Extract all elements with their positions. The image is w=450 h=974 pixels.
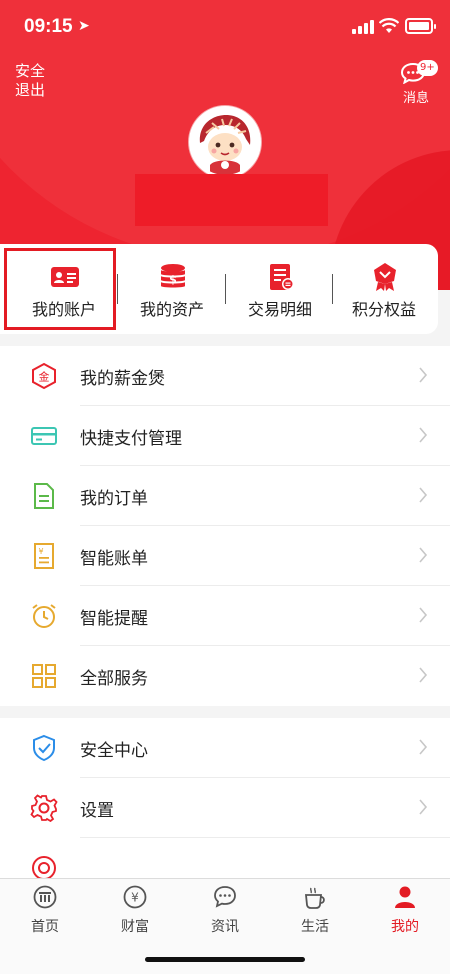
location-arrow-icon: ➤: [78, 18, 90, 34]
menu-item-label: 设置: [80, 801, 114, 821]
menu-item-smart-reminder[interactable]: 智能提醒: [0, 586, 450, 646]
status-time: 09:15: [24, 16, 73, 37]
logout-button[interactable]: 安全退出: [12, 62, 48, 100]
menu-item-label: 快捷支付管理: [80, 429, 182, 449]
wifi-icon: [379, 18, 399, 33]
yen-coin-icon: ¥: [123, 885, 147, 909]
menu-item-label: 智能账单: [80, 549, 148, 569]
menu-item-partial[interactable]: [0, 838, 450, 880]
messages-label: 消息: [402, 91, 429, 106]
menu-item-orders[interactable]: 我的订单: [0, 466, 450, 526]
chevron-right-icon: [419, 667, 428, 683]
chevron-right-icon: [419, 367, 428, 383]
tab-label: 财富: [121, 919, 149, 935]
transaction-list-icon: [270, 264, 294, 290]
bank-logo-icon: [33, 885, 57, 909]
quick-action-points[interactable]: 积分权益: [330, 244, 438, 334]
menu-group-services: 金 我的薪金煲 快捷支付管理 我的订单 ¥ 智能账单 智能提醒 全部服务: [0, 346, 450, 706]
quick-action-label: 我的资产: [139, 300, 204, 319]
signal-icon: [352, 20, 374, 34]
chat-bubble-icon: [214, 886, 236, 908]
tab-label: 首页: [31, 919, 59, 935]
menu-item-settings[interactable]: 设置: [0, 778, 450, 838]
avatar[interactable]: [189, 106, 261, 178]
shield-check-icon: [33, 734, 55, 762]
tab-label: 我的: [391, 919, 419, 935]
message-count-badge: 9+: [417, 60, 438, 76]
alarm-clock-icon: [32, 604, 56, 628]
tab-life[interactable]: 生活: [270, 885, 360, 941]
tab-wealth[interactable]: ¥ 财富: [90, 885, 180, 941]
bank-card-icon: [31, 427, 57, 445]
chevron-right-icon: [419, 607, 428, 623]
menu-item-label: 我的订单: [80, 489, 148, 509]
svg-text:¥: ¥: [38, 547, 43, 556]
home-indicator: [145, 957, 305, 962]
chevron-right-icon: [419, 739, 428, 755]
menu-group-settings: 安全中心 设置: [0, 718, 450, 880]
menu-item-label: 全部服务: [80, 669, 148, 689]
menu-item-security-center[interactable]: 安全中心: [0, 718, 450, 778]
menu-item-all-services[interactable]: 全部服务: [0, 646, 450, 706]
tab-home[interactable]: 首页: [0, 885, 90, 941]
menu-item-smart-bill[interactable]: ¥ 智能账单: [0, 526, 450, 586]
gear-icon: [30, 794, 58, 822]
menu-item-label: 智能提醒: [80, 609, 148, 629]
profile-screen: 09:15 ➤ 安全退出 9+ 消息 我的账户 $ 我的资产 交易明细 积分权益…: [0, 0, 450, 974]
chevron-right-icon: [419, 799, 428, 815]
points-medal-icon: [374, 263, 396, 291]
tab-news[interactable]: 资讯: [180, 885, 270, 941]
bill-icon: ¥: [34, 543, 54, 569]
person-icon: [395, 886, 415, 908]
svg-text:金: 金: [39, 370, 50, 384]
document-icon: [34, 483, 54, 509]
battery-icon: [405, 18, 436, 34]
quick-action-label: 积分权益: [351, 300, 416, 319]
quick-action-transactions[interactable]: 交易明细: [226, 244, 334, 334]
tab-mine[interactable]: 我的: [360, 885, 450, 941]
grid-icon: [32, 664, 56, 688]
status-bar: 09:15 ➤: [0, 0, 450, 54]
redacted-username: [135, 174, 328, 226]
gold-hexagon-icon: 金: [32, 362, 56, 390]
chevron-right-icon: [419, 547, 428, 563]
chevron-right-icon: [419, 487, 428, 503]
chevron-right-icon: [419, 427, 428, 443]
selection-highlight-box: [4, 248, 116, 330]
quick-action-label: 交易明细: [247, 300, 312, 319]
menu-item-label: 我的薪金煲: [80, 369, 165, 389]
menu-item-salary-fund[interactable]: 金 我的薪金煲: [0, 346, 450, 406]
quick-action-my-assets[interactable]: $ 我的资产: [118, 244, 226, 334]
mascot-avatar-icon: [192, 109, 258, 175]
coins-icon: $: [161, 264, 185, 288]
tab-label: 生活: [301, 919, 329, 935]
menu-item-quick-pay[interactable]: 快捷支付管理: [0, 406, 450, 466]
svg-text:¥: ¥: [131, 891, 139, 905]
svg-text:$: $: [169, 273, 177, 286]
menu-item-label: 安全中心: [80, 741, 148, 761]
tab-label: 资讯: [211, 919, 239, 935]
coffee-cup-icon: [305, 887, 325, 909]
